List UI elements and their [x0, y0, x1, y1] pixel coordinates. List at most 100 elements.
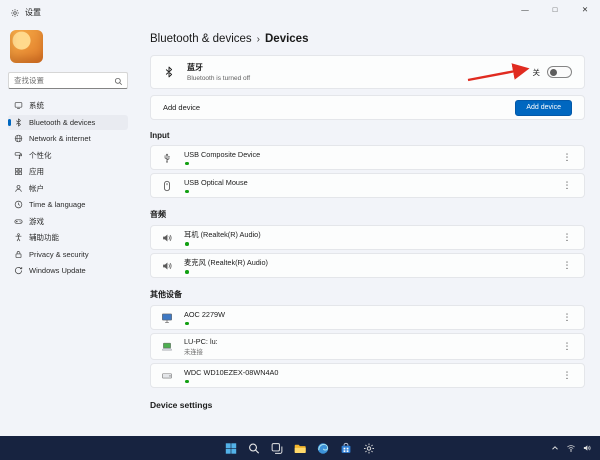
store-icon[interactable] — [338, 440, 355, 457]
device-menu-button[interactable]: ⋮ — [560, 260, 574, 271]
add-device-label: Add device — [163, 103, 201, 112]
settings-icon[interactable] — [361, 440, 378, 457]
bluetooth-card: 蓝牙 Bluetooth is turned off 关 — [150, 55, 585, 89]
device-name: USB Optical Mouse — [184, 178, 248, 187]
device-menu-button[interactable]: ⋮ — [560, 232, 574, 243]
section-list: USB Composite Device ⋮ USB Optical Mouse… — [150, 145, 585, 198]
sidebar-item-windows-update[interactable]: Windows Update — [8, 263, 128, 278]
minimize-button[interactable]: — — [510, 0, 540, 18]
usb-icon — [161, 152, 173, 164]
window-controls: — □ ✕ — [510, 0, 600, 18]
device-sections: Input USB Composite Device ⋮ USB Optical… — [150, 131, 585, 388]
close-button[interactable]: ✕ — [570, 0, 600, 18]
bluetooth-toggle[interactable] — [547, 66, 572, 78]
device-row-usb-composite-device: USB Composite Device ⋮ — [150, 145, 585, 170]
device-info: USB Optical Mouse — [184, 178, 248, 193]
sidebar-item-label: 辅助功能 — [29, 233, 59, 242]
edge-icon[interactable] — [315, 440, 332, 457]
add-device-row: Add device Add device — [150, 95, 585, 120]
monitor-icon — [161, 312, 173, 324]
toggle-knob — [550, 68, 557, 76]
maximize-button[interactable]: □ — [540, 0, 570, 18]
search-input[interactable] — [14, 76, 112, 85]
start-icon[interactable] — [223, 440, 240, 457]
device-info: 耳机 (Realtek(R) Audio) — [184, 230, 261, 246]
apps-icon — [14, 167, 23, 176]
taskbar-icons — [223, 436, 378, 460]
bluetooth-text: 蓝牙 Bluetooth is turned off — [187, 62, 250, 82]
device-section: Input USB Composite Device ⋮ USB Optical… — [150, 131, 585, 198]
add-device-button[interactable]: Add device — [515, 99, 572, 116]
status-dot-icon — [185, 270, 189, 274]
bluetooth-icon — [14, 118, 23, 127]
audio-icon — [161, 232, 173, 244]
sidebar-item-gaming[interactable]: 游戏 — [8, 214, 128, 229]
taskbar — [0, 436, 600, 460]
bluetooth-icon — [163, 66, 175, 78]
taskbar-tray — [550, 436, 592, 460]
sidebar-item-network-internet[interactable]: Network & internet — [8, 131, 128, 146]
update-icon — [14, 266, 23, 275]
sidebar-item-privacy-security[interactable]: Privacy & security — [8, 247, 128, 262]
file-explorer-icon[interactable] — [292, 440, 309, 457]
search-icon[interactable] — [246, 440, 263, 457]
search-box — [8, 72, 128, 89]
sidebar-item-label: Bluetooth & devices — [29, 117, 96, 127]
sidebar-item-time-language[interactable]: Time & language — [8, 197, 128, 212]
device-info: LU-PC: lu: 未连接 — [184, 337, 218, 356]
section-title: Input — [150, 131, 170, 140]
device-menu-button[interactable]: ⋮ — [560, 180, 574, 191]
sidebar-item-bluetooth-devices[interactable]: Bluetooth & devices — [8, 114, 128, 130]
search-icon — [114, 77, 123, 86]
laptop-icon — [161, 341, 173, 353]
breadcrumb-separator-icon: › — [256, 33, 260, 45]
device-menu-button[interactable]: ⋮ — [560, 312, 574, 323]
device-row-lu-pc: LU-PC: lu: 未连接 ⋮ — [150, 333, 585, 360]
sidebar-item-label: 系统 — [29, 101, 44, 110]
device-name: AOC 2279W — [184, 310, 225, 319]
bluetooth-status-text: Bluetooth is turned off — [187, 74, 251, 82]
device-name: 麦克风 (Realtek(R) Audio) — [184, 257, 268, 267]
device-row-microphone: 麦克风 (Realtek(R) Audio) ⋮ — [150, 253, 585, 278]
device-menu-button[interactable]: ⋮ — [560, 152, 574, 163]
device-menu-button[interactable]: ⋮ — [560, 341, 574, 352]
section-list: 耳机 (Realtek(R) Audio) ⋮ 麦克风 (Realtek(R) … — [150, 225, 585, 278]
section-title: 音频 — [150, 210, 166, 219]
sidebar-item-personalization[interactable]: 个性化 — [8, 148, 128, 163]
device-info: AOC 2279W — [184, 310, 225, 325]
device-name: USB Composite Device — [184, 150, 261, 159]
volume-icon[interactable] — [582, 443, 592, 453]
main-content: Bluetooth & devices › Devices 蓝牙 Bluetoo… — [133, 26, 600, 436]
user-avatar[interactable] — [10, 30, 43, 63]
sidebar-item-accounts[interactable]: 帐户 — [8, 181, 128, 196]
sidebar-item-system[interactable]: 系统 — [8, 98, 128, 113]
chevron-up-icon[interactable] — [550, 443, 560, 453]
sidebar-nav: 系统 Bluetooth & devices Network & interne… — [8, 98, 128, 278]
network-icon[interactable] — [566, 443, 576, 453]
task-view-icon[interactable] — [269, 440, 286, 457]
bluetooth-toggle-group: 关 — [533, 66, 572, 78]
gaming-icon — [14, 217, 23, 226]
device-section: 音频 耳机 (Realtek(R) Audio) ⋮ 麦克风 (Realtek(… — [150, 209, 585, 278]
app-title: 设置 — [25, 8, 41, 17]
breadcrumb-parent[interactable]: Bluetooth & devices — [150, 33, 252, 45]
mouse-icon — [161, 180, 173, 192]
device-info: WDC WD10EZEX-08WN4A0 — [184, 368, 278, 383]
device-menu-button[interactable]: ⋮ — [560, 370, 574, 381]
sidebar-item-label: Privacy & security — [29, 249, 89, 259]
network-icon — [14, 134, 23, 143]
breadcrumb: Bluetooth & devices › Devices — [150, 33, 585, 45]
sidebar-item-label: 游戏 — [29, 216, 44, 226]
sidebar-item-apps[interactable]: 应用 — [8, 164, 128, 179]
titlebar-app: 设置 — [0, 0, 41, 18]
device-settings-heading: Device settings — [150, 400, 213, 410]
status-dot-icon — [185, 161, 189, 165]
status-dot-icon — [185, 189, 189, 193]
sidebar-item-label: Windows Update — [29, 266, 86, 275]
settings-gear-icon — [10, 8, 20, 18]
time-icon — [14, 200, 23, 209]
bluetooth-title: 蓝牙 — [187, 63, 203, 73]
sidebar-item-accessibility[interactable]: 辅助功能 — [8, 230, 128, 245]
drive-icon — [161, 370, 173, 382]
device-name: 耳机 (Realtek(R) Audio) — [184, 229, 261, 239]
